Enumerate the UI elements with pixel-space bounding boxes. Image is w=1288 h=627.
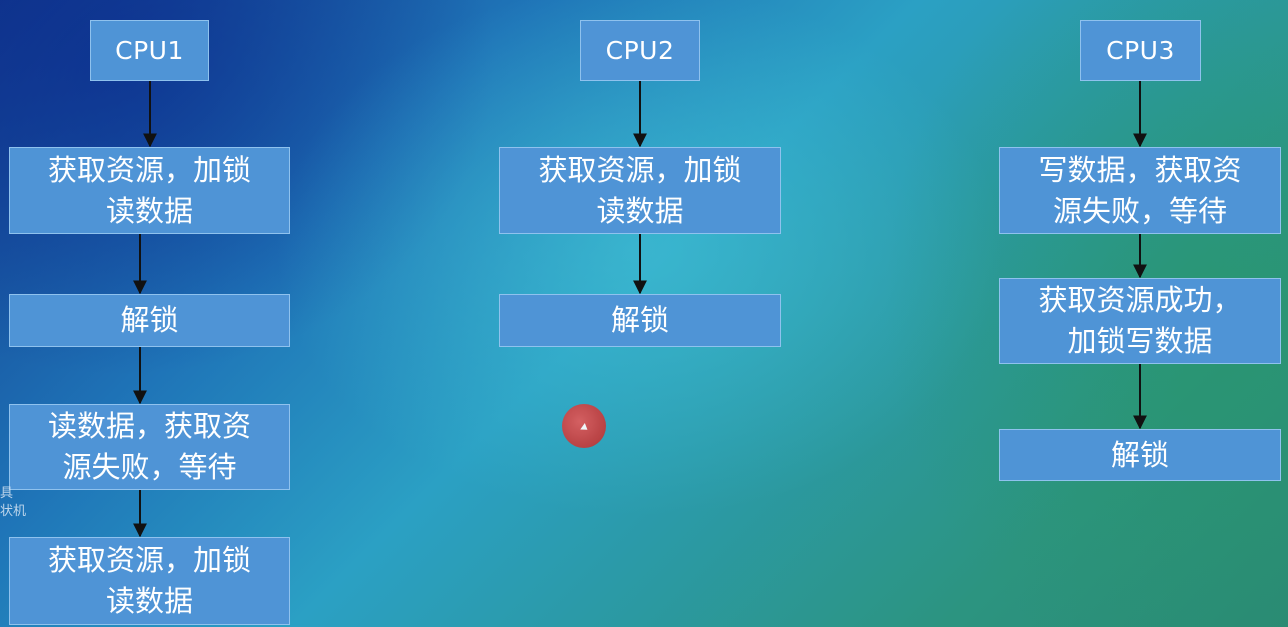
slide-canvas: CPU1 获取资源，加锁 读数据 解锁 读数据，获取资 源失败，等待 获取资源，… [0,0,1288,627]
cpu1-step-1: 获取资源，加锁 读数据 [9,147,290,234]
cpu3-step-1: 写数据，获取资 源失败，等待 [999,147,1281,234]
cpu3-header: CPU3 [1080,20,1201,81]
cpu1-step-4: 获取资源，加锁 读数据 [9,537,290,625]
cpu1-step-2: 解锁 [9,294,290,347]
cpu2-step-1: 获取资源，加锁 读数据 [499,147,781,234]
pointer-highlight [562,404,606,448]
cpu1-header: CPU1 [90,20,209,81]
cpu2-header: CPU2 [580,20,700,81]
cpu3-step-3: 解锁 [999,429,1281,481]
edge-overlay-text: 具 状机 [0,486,27,519]
cpu2-step-2: 解锁 [499,294,781,347]
cpu3-step-2: 获取资源成功， 加锁写数据 [999,278,1281,364]
cpu1-step-3: 读数据，获取资 源失败，等待 [9,404,290,490]
